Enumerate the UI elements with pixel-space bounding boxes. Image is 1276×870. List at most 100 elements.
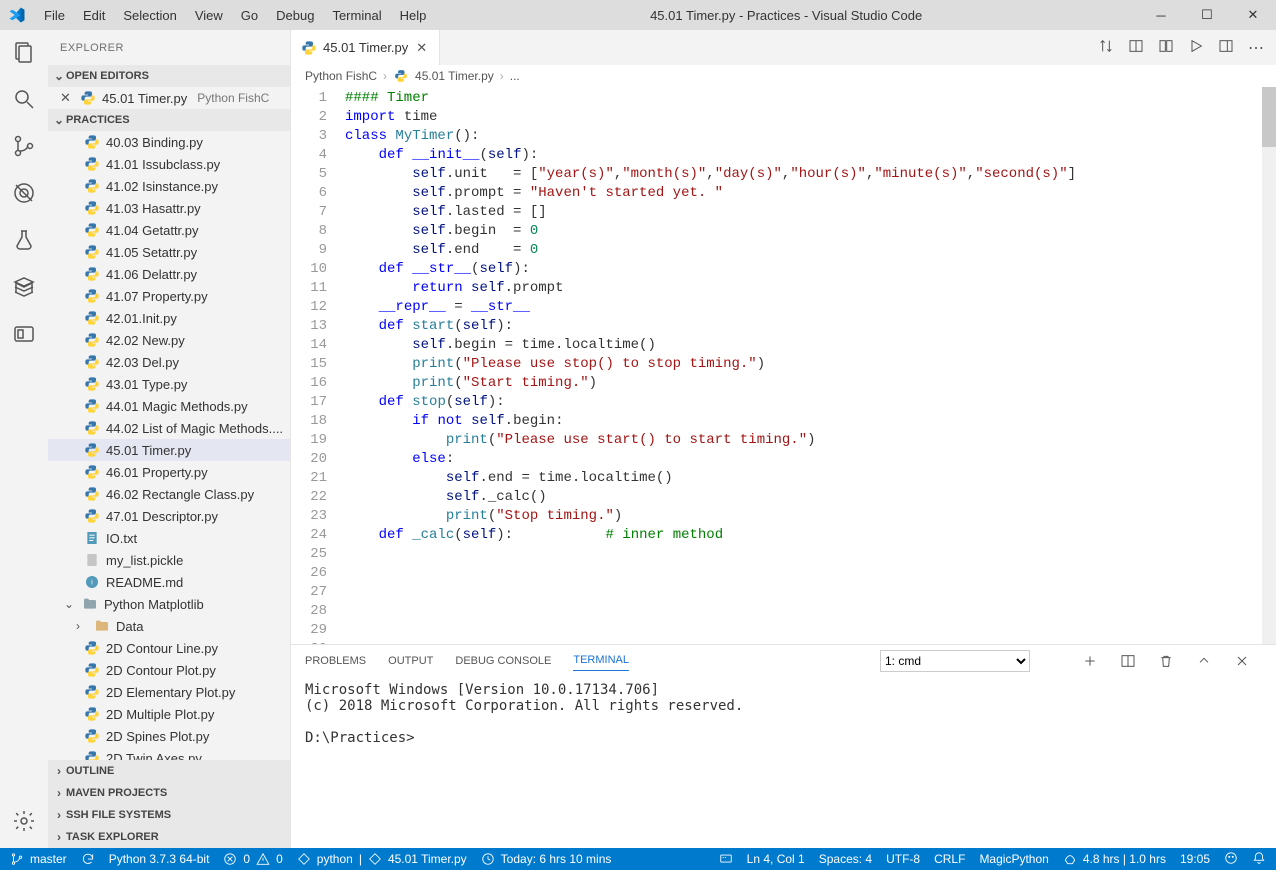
menu-go[interactable]: Go — [233, 4, 266, 27]
file-item[interactable]: 2D Multiple Plot.py — [48, 703, 290, 725]
minimap[interactable] — [1262, 87, 1276, 644]
file-item[interactable]: iREADME.md — [48, 571, 290, 593]
keyboard-layout[interactable] — [719, 851, 733, 868]
maximize-panel-icon[interactable] — [1196, 653, 1212, 669]
file-item[interactable]: 2D Contour Plot.py — [48, 659, 290, 681]
file-item[interactable]: 41.04 Getattr.py — [48, 219, 290, 241]
close-editor-icon[interactable]: ✕ — [60, 90, 74, 106]
tab-timer-py[interactable]: 45.01 Timer.py ✕ — [291, 30, 440, 65]
compare-changes-icon[interactable] — [1098, 38, 1114, 57]
panel-tab-debug-console[interactable]: DEBUG CONSOLE — [455, 655, 551, 667]
section-ssh[interactable]: ›SSH FILE SYSTEMS — [48, 804, 290, 826]
source-control-icon[interactable] — [12, 134, 36, 161]
wakatime-status[interactable]: Today: 6 hrs 10 mins — [481, 852, 612, 866]
file-item[interactable]: 42.03 Del.py — [48, 351, 290, 373]
menu-help[interactable]: Help — [392, 4, 435, 27]
feedback-icon[interactable] — [1224, 851, 1238, 868]
panel-tab-terminal[interactable]: TERMINAL — [573, 654, 629, 671]
open-editor-item[interactable]: ✕ 45.01 Timer.pyPython FishC — [48, 87, 290, 109]
file-item[interactable]: 41.03 Hasattr.py — [48, 197, 290, 219]
run-icon[interactable] — [1188, 38, 1204, 57]
git-branch[interactable]: master — [10, 852, 67, 866]
file-item[interactable]: 2D Contour Line.py — [48, 637, 290, 659]
file-item[interactable]: 46.02 Rectangle Class.py — [48, 483, 290, 505]
split-editor-icon[interactable] — [1128, 38, 1144, 57]
close-panel-icon[interactable] — [1234, 653, 1250, 669]
encoding[interactable]: UTF-8 — [886, 852, 920, 866]
new-terminal-icon[interactable] — [1082, 653, 1098, 669]
close-tab-icon[interactable]: ✕ — [414, 40, 429, 56]
clock[interactable]: 19:05 — [1180, 852, 1210, 866]
problems-count[interactable]: 00 — [223, 852, 282, 866]
file-item[interactable]: IO.txt — [48, 527, 290, 549]
folder-item[interactable]: ⌄Python Matplotlib — [48, 593, 290, 615]
python-file-icon — [393, 69, 409, 83]
menu-edit[interactable]: Edit — [75, 4, 113, 27]
sync-changes[interactable] — [81, 852, 95, 866]
file-item[interactable]: 2D Elementary Plot.py — [48, 681, 290, 703]
file-item[interactable]: 40.03 Binding.py — [48, 131, 290, 153]
file-item[interactable]: 44.01 Magic Methods.py — [48, 395, 290, 417]
vscode-logo-icon — [8, 6, 26, 24]
close-button[interactable]: ✕ — [1230, 0, 1276, 30]
code-editor[interactable]: 1234567891011121314151617181920212223242… — [291, 87, 1276, 644]
file-item[interactable]: 42.02 New.py — [48, 329, 290, 351]
eol[interactable]: CRLF — [934, 852, 965, 866]
file-item[interactable]: 41.05 Setattr.py — [48, 241, 290, 263]
menu-debug[interactable]: Debug — [268, 4, 322, 27]
file-item[interactable]: 41.01 Issubclass.py — [48, 153, 290, 175]
settings-gear-icon[interactable] — [12, 809, 36, 836]
extensions-icon[interactable] — [12, 275, 36, 302]
language-mode[interactable]: MagicPython — [979, 852, 1048, 866]
menu-terminal[interactable]: Terminal — [324, 4, 389, 27]
section-task-explorer[interactable]: ›TASK EXPLORER — [48, 826, 290, 848]
file-item[interactable]: my_list.pickle — [48, 549, 290, 571]
window-title: 45.01 Timer.py - Practices - Visual Stud… — [434, 8, 1138, 23]
file-item[interactable]: 41.07 Property.py — [48, 285, 290, 307]
remote-icon[interactable] — [12, 322, 36, 349]
python-interpreter[interactable]: Python 3.7.3 64-bit — [109, 852, 210, 866]
maximize-button[interactable]: ☐ — [1184, 0, 1230, 30]
panel-tab-problems[interactable]: PROBLEMS — [305, 655, 366, 667]
panel-tab-output[interactable]: OUTPUT — [388, 655, 433, 667]
terminal-selector[interactable]: 1: cmd — [880, 650, 1030, 672]
breadcrumb[interactable]: Python FishC› 45.01 Timer.py›... — [291, 65, 1276, 87]
terminal-body[interactable]: Microsoft Windows [Version 10.0.17134.70… — [291, 676, 1276, 848]
rescue-time[interactable]: 4.8 hrs | 1.0 hrs — [1063, 852, 1166, 866]
file-item[interactable]: 2D Spines Plot.py — [48, 725, 290, 747]
file-item[interactable]: 44.02 List of Magic Methods.... — [48, 417, 290, 439]
section-maven[interactable]: ›MAVEN PROJECTS — [48, 782, 290, 804]
editor-layout-icon[interactable] — [1218, 38, 1234, 57]
file-item[interactable]: 2D Twin Axes.py — [48, 747, 290, 760]
search-icon[interactable] — [12, 87, 36, 114]
menu-view[interactable]: View — [187, 4, 231, 27]
kill-terminal-icon[interactable] — [1158, 653, 1174, 669]
file-item[interactable]: 45.01 Timer.py — [48, 439, 290, 461]
file-item[interactable]: 43.01 Type.py — [48, 373, 290, 395]
section-outline[interactable]: ›OUTLINE — [48, 760, 290, 782]
file-item[interactable]: 46.01 Property.py — [48, 461, 290, 483]
more-actions-icon[interactable]: ⋯ — [1248, 38, 1264, 58]
menu-selection[interactable]: Selection — [115, 4, 184, 27]
debug-icon[interactable] — [12, 181, 36, 208]
indentation[interactable]: Spaces: 4 — [819, 852, 872, 866]
test-icon[interactable] — [12, 228, 36, 255]
tab-bar: 45.01 Timer.py ✕ ⋯ — [291, 30, 1276, 65]
toggle-editor-layout-icon[interactable] — [1158, 38, 1174, 57]
file-item[interactable]: 41.02 Isinstance.py — [48, 175, 290, 197]
python-file-icon — [301, 40, 317, 56]
explorer-icon[interactable] — [12, 40, 36, 67]
code-content[interactable]: #### Timerimport timeclass MyTimer(): de… — [341, 87, 1276, 644]
section-workspace[interactable]: ⌄PRACTICES — [48, 109, 290, 131]
file-item[interactable]: 41.06 Delattr.py — [48, 263, 290, 285]
folder-item[interactable]: ›Data — [48, 615, 290, 637]
file-item[interactable]: 47.01 Descriptor.py — [48, 505, 290, 527]
cursor-position[interactable]: Ln 4, Col 1 — [747, 852, 805, 866]
notifications-icon[interactable] — [1252, 851, 1266, 868]
split-terminal-icon[interactable] — [1120, 653, 1136, 669]
menu-file[interactable]: File — [36, 4, 73, 27]
kite-status[interactable]: python | 45.01 Timer.py — [297, 852, 467, 866]
file-item[interactable]: 42.01.Init.py — [48, 307, 290, 329]
minimize-button[interactable]: ─ — [1138, 0, 1184, 30]
section-open-editors[interactable]: ⌄OPEN EDITORS — [48, 65, 290, 87]
